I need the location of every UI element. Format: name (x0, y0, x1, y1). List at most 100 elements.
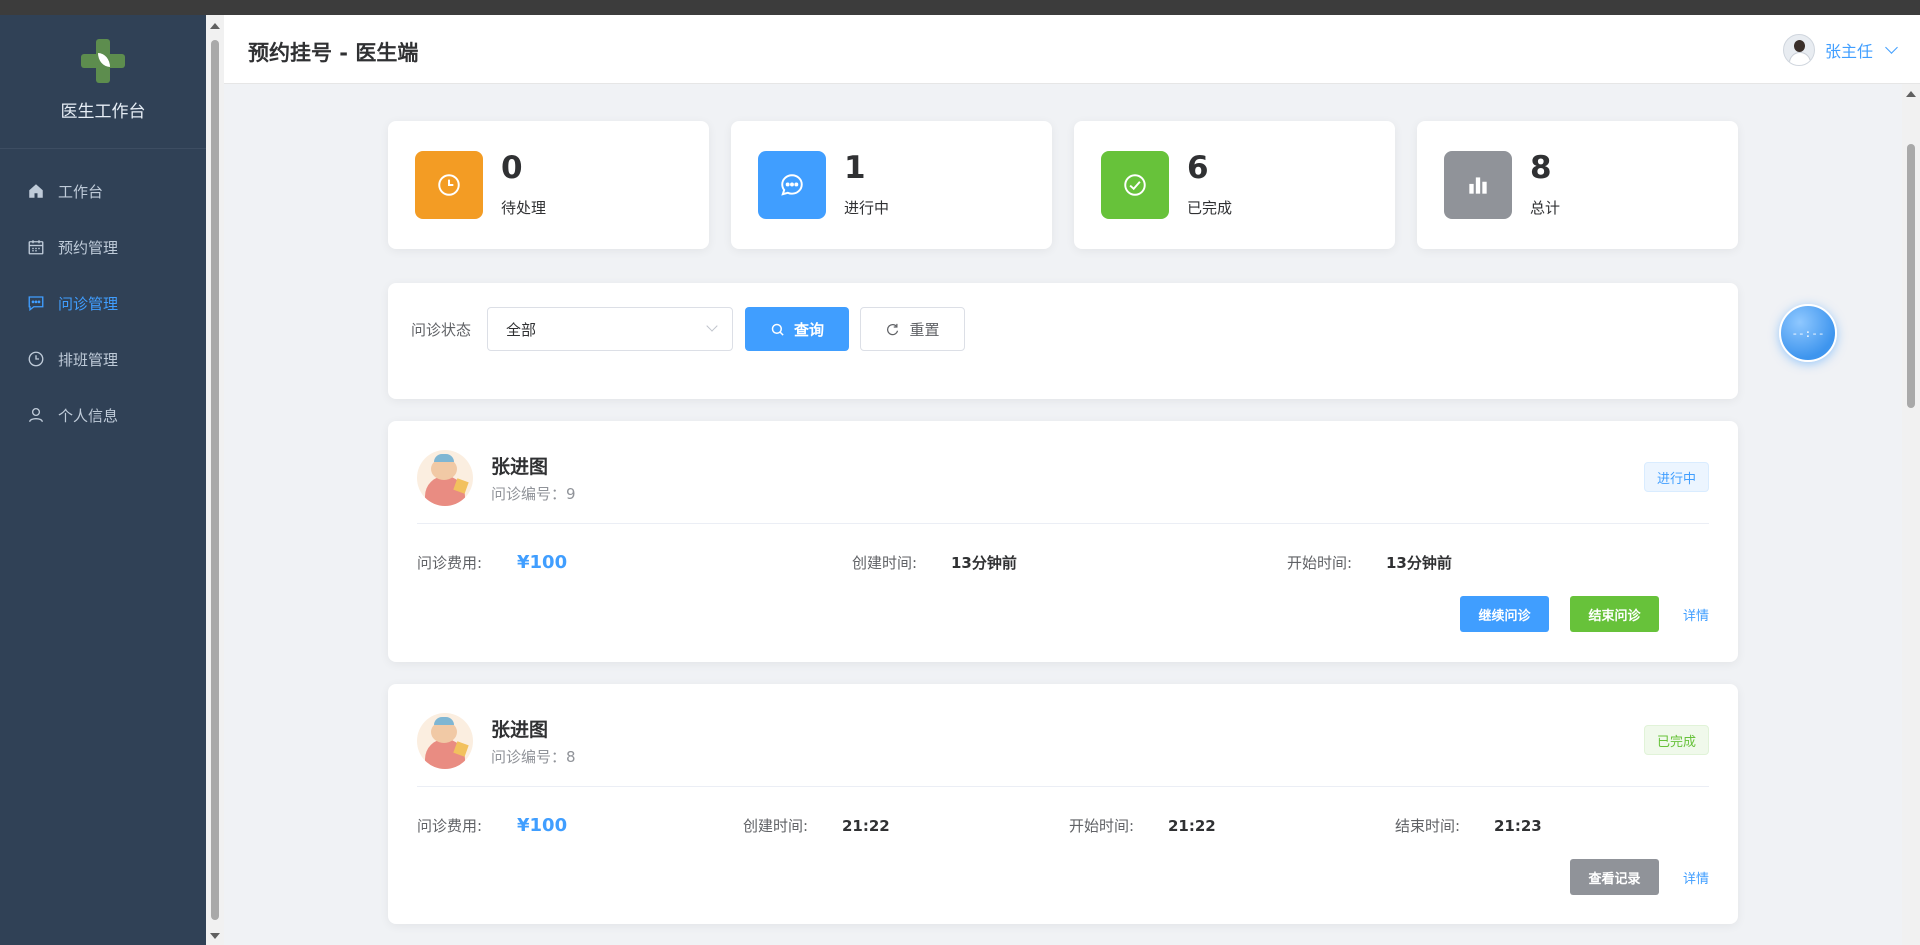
stats-row: 0 待处理 1 进行中 6 已完成 8 总计 (388, 121, 1738, 249)
brand-title: 医生工作台 (60, 102, 146, 122)
details-link[interactable]: 详情 (1683, 868, 1709, 887)
stat-card-in-progress: 1 进行中 (731, 121, 1052, 249)
stat-value: 6 (1187, 149, 1209, 186)
stat-label: 进行中 (844, 198, 890, 217)
status-select-value: 全部 (506, 320, 537, 339)
query-button[interactable]: 查询 (745, 307, 849, 351)
sidebar-item-label: 预约管理 (58, 238, 119, 257)
start-time-field: 开始时间: 21:22 (1069, 815, 1216, 836)
main-scrollbar[interactable] (1902, 84, 1920, 945)
sidebar-item-schedule[interactable]: 排班管理 (0, 331, 206, 387)
user-icon (27, 406, 45, 424)
start-time-label: 开始时间: (1069, 817, 1135, 835)
filter-panel: 问诊状态 全部 查询 重置 (388, 283, 1738, 399)
fee-field: 问诊费用: ¥100 (417, 552, 567, 573)
status-badge: 已完成 (1643, 725, 1709, 755)
medical-cross-logo-icon (81, 39, 125, 83)
browser-top-strip (0, 0, 1920, 15)
created-time-value: 13分钟前 (951, 554, 1017, 572)
chat-icon (758, 151, 826, 219)
fee-field: 问诊费用: ¥100 (417, 815, 567, 836)
stat-label: 待处理 (501, 198, 547, 217)
consultation-actions: 继续问诊 结束问诊 详情 (1439, 596, 1709, 632)
details-link[interactable]: 详情 (1683, 605, 1709, 624)
check-circle-icon (1101, 151, 1169, 219)
consultation-card-header: 张进图 问诊编号：9 进行中 (417, 450, 1709, 524)
sidebar-item-profile[interactable]: 个人信息 (0, 387, 206, 443)
created-time-label: 创建时间: (743, 817, 809, 835)
consultation-card: 张进图 问诊编号：9 进行中 问诊费用: ¥100 创建时间: 13分钟前 开始… (388, 421, 1738, 662)
consultation-info-row: 问诊费用: ¥100 创建时间: 13分钟前 开始时间: 13分钟前 (417, 552, 1709, 576)
end-time-label: 结束时间: (1395, 817, 1461, 835)
scrollbar-thumb[interactable] (1907, 144, 1915, 408)
fee-value: ¥100 (517, 552, 568, 573)
clock-icon (27, 350, 45, 368)
view-record-button[interactable]: 查看记录 (1569, 859, 1659, 895)
user-name: 张主任 (1824, 42, 1873, 61)
sidebar: 医生工作台 工作台 预约管理 问诊管理 排班管理 个人信息 (0, 15, 206, 945)
floating-clock-widget[interactable]: --:-- (1779, 304, 1837, 362)
header: 预约挂号 - 医生端 张主任 (224, 15, 1920, 84)
patient-name: 张进图 (491, 719, 549, 741)
chat-icon (27, 294, 45, 312)
patient-avatar (417, 450, 473, 506)
created-time-field: 创建时间: 13分钟前 (852, 552, 1017, 573)
refresh-icon (887, 323, 899, 335)
status-select[interactable]: 全部 (487, 307, 733, 351)
sidebar-item-label: 工作台 (58, 182, 104, 201)
stat-card-pending: 0 待处理 (388, 121, 709, 249)
consultation-actions: 查看记录 详情 (1549, 859, 1709, 895)
query-button-label: 查询 (793, 320, 824, 339)
continue-consultation-button[interactable]: 继续问诊 (1459, 596, 1549, 632)
bar-chart-icon (1444, 151, 1512, 219)
stat-card-total: 8 总计 (1417, 121, 1738, 249)
start-time-value: 21:22 (1168, 816, 1216, 835)
sidebar-item-consultations[interactable]: 问诊管理 (0, 275, 206, 331)
patient-name: 张进图 (491, 456, 549, 478)
start-time-field: 开始时间: 13分钟前 (1287, 552, 1452, 573)
avatar (1782, 34, 1815, 66)
stat-card-completed: 6 已完成 (1074, 121, 1395, 249)
clock-icon (415, 151, 483, 219)
patient-avatar (417, 713, 473, 769)
stat-value: 0 (501, 149, 523, 186)
user-menu[interactable]: 张主任 (1782, 34, 1898, 66)
consultation-number: 问诊编号：9 (491, 485, 576, 503)
status-filter-label: 问诊状态 (411, 321, 472, 339)
fee-value: ¥100 (517, 815, 568, 836)
fee-label: 问诊费用: (417, 817, 483, 835)
page-title: 预约挂号 - 医生端 (248, 41, 419, 65)
calendar-icon (27, 238, 45, 256)
sidebar-item-appointments[interactable]: 预约管理 (0, 219, 206, 275)
consultation-number: 问诊编号：8 (491, 748, 576, 766)
sidebar-item-workbench[interactable]: 工作台 (0, 163, 206, 219)
reset-button[interactable]: 重置 (860, 307, 965, 351)
stat-value: 8 (1530, 149, 1552, 186)
end-time-value: 21:23 (1494, 816, 1542, 835)
search-icon (771, 323, 784, 336)
created-time-field: 创建时间: 21:22 (743, 815, 890, 836)
home-icon (27, 182, 45, 200)
stat-label: 已完成 (1187, 198, 1233, 217)
sidebar-menu: 工作台 预约管理 问诊管理 排班管理 个人信息 (0, 149, 206, 443)
start-time-label: 开始时间: (1287, 554, 1353, 572)
scroll-down-arrow-icon[interactable] (210, 933, 220, 939)
scroll-up-arrow-icon[interactable] (210, 23, 220, 29)
stat-value: 1 (844, 149, 866, 186)
consultation-info-row: 问诊费用: ¥100 创建时间: 21:22 开始时间: 21:22 结束时间:… (417, 815, 1709, 839)
scroll-up-arrow-icon[interactable] (1906, 91, 1916, 97)
created-time-value: 21:22 (842, 816, 890, 835)
chevron-down-icon (1885, 41, 1898, 54)
chevron-down-icon (706, 320, 718, 332)
fee-label: 问诊费用: (417, 554, 483, 572)
status-badge: 进行中 (1643, 462, 1709, 492)
sidebar-item-label: 问诊管理 (58, 294, 119, 313)
stat-label: 总计 (1530, 198, 1561, 217)
consultation-card: 张进图 问诊编号：8 已完成 问诊费用: ¥100 创建时间: 21:22 开始… (388, 684, 1738, 924)
end-consultation-button[interactable]: 结束问诊 (1569, 596, 1659, 632)
sidebar-scrollbar[interactable] (206, 15, 224, 945)
scrollbar-thumb[interactable] (211, 40, 219, 920)
sidebar-item-label: 个人信息 (58, 406, 119, 425)
sidebar-brand: 医生工作台 (0, 15, 206, 149)
start-time-value: 13分钟前 (1386, 554, 1452, 572)
